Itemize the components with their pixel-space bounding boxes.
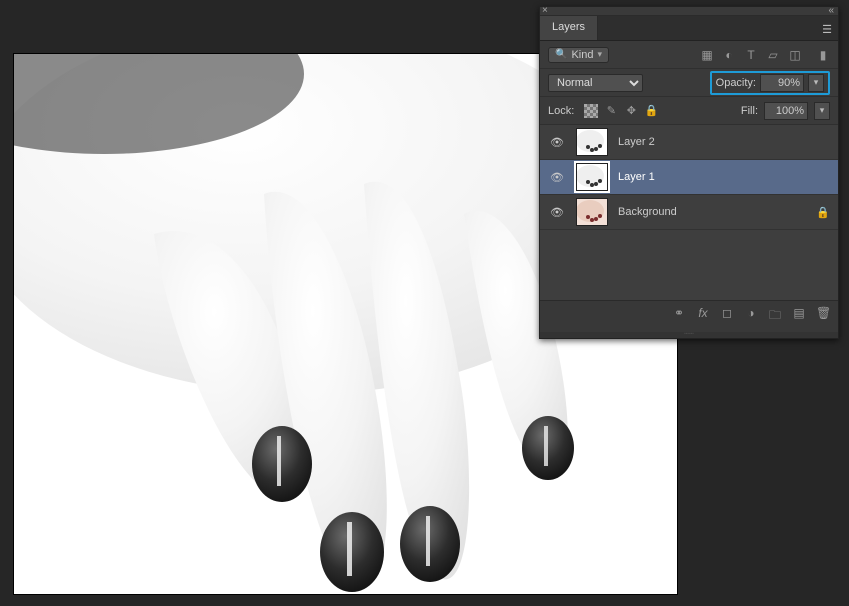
lock-indicator-icon: 🔒: [816, 206, 830, 219]
link-layers-icon[interactable]: ⚭: [672, 306, 686, 327]
blend-mode-select[interactable]: Normal: [548, 74, 643, 92]
delete-layer-icon[interactable]: 🗑: [816, 306, 830, 327]
filter-type-icons: ▦ ◐ T ▱ ◫ ▮: [700, 48, 830, 62]
layers-empty-area[interactable]: [540, 230, 838, 300]
layer-name[interactable]: Layer 2: [618, 136, 655, 148]
layer-name[interactable]: Layer 1: [618, 171, 655, 183]
filter-kind-label: Kind: [571, 49, 593, 61]
layer-thumbnail[interactable]: [576, 128, 608, 156]
filter-adjust-icon[interactable]: ◐: [722, 48, 736, 62]
layer-row[interactable]: 👁 Layer 1: [540, 160, 838, 195]
opacity-label: Opacity:: [716, 77, 756, 89]
new-layer-icon[interactable]: ▤: [792, 306, 806, 327]
fill-label: Fill:: [741, 105, 758, 117]
new-adjustment-icon[interactable]: ◑: [744, 306, 758, 327]
opacity-control[interactable]: Opacity: 90% ▾: [710, 71, 830, 95]
fill-value[interactable]: 100%: [764, 102, 808, 120]
visibility-toggle[interactable]: 👁: [548, 171, 566, 184]
filter-shape-icon[interactable]: ▱: [766, 48, 780, 62]
panel-collapse-icon[interactable]: «: [828, 5, 834, 16]
filter-smart-icon[interactable]: ◫: [788, 48, 802, 62]
opacity-dropdown-icon[interactable]: ▾: [808, 74, 824, 92]
opacity-value[interactable]: 90%: [760, 74, 804, 92]
lock-fill-row: Lock: ✎ ✥ 🔒 Fill: 100% ▾: [540, 97, 838, 125]
lock-icons: ✎ ✥ 🔒: [584, 104, 658, 118]
layers-list: 👁 Layer 2 👁 Layer 1 👁 Background 🔒: [540, 125, 838, 300]
chevron-down-icon: ▾: [597, 49, 602, 60]
lock-transparent-icon[interactable]: [584, 104, 598, 118]
fill-dropdown-icon[interactable]: ▾: [814, 102, 830, 120]
layer-row[interactable]: 👁 Background 🔒: [540, 195, 838, 230]
panel-tabbar: Layers ☰: [540, 16, 838, 41]
visibility-toggle[interactable]: 👁: [548, 136, 566, 149]
layers-panel-footer: ⚭ fx ◻ ◑ 🗀 ▤ 🗑: [540, 300, 838, 332]
add-mask-icon[interactable]: ◻: [720, 306, 734, 327]
tab-layers[interactable]: Layers: [540, 16, 598, 40]
new-group-icon[interactable]: 🗀: [768, 306, 782, 327]
layer-fx-icon[interactable]: fx: [696, 306, 710, 327]
layer-thumbnail[interactable]: [576, 198, 608, 226]
layer-name[interactable]: Background: [618, 206, 677, 218]
lock-position-icon[interactable]: ✥: [624, 104, 638, 118]
lock-pixels-icon[interactable]: ✎: [604, 104, 618, 118]
layer-row[interactable]: 👁 Layer 2: [540, 125, 838, 160]
lock-label: Lock:: [548, 105, 574, 117]
filter-type-icon[interactable]: T: [744, 48, 758, 62]
lock-all-icon[interactable]: 🔒: [644, 104, 658, 118]
visibility-toggle[interactable]: 👁: [548, 206, 566, 219]
panel-close-icon[interactable]: ×: [542, 5, 548, 16]
panel-menu-icon[interactable]: ☰: [822, 23, 832, 36]
panel-resize-grip[interactable]: ┄┄: [540, 332, 838, 338]
blend-opacity-row: Normal Opacity: 90% ▾: [540, 69, 838, 97]
search-icon: 🔍: [555, 49, 567, 60]
layers-panel: × « Layers ☰ 🔍 Kind ▾ ▦ ◐ T ▱ ◫ ▮ Normal…: [539, 6, 839, 339]
filter-kind-dropdown[interactable]: 🔍 Kind ▾: [548, 47, 609, 63]
filter-toggle-icon[interactable]: ▮: [816, 48, 830, 62]
filter-pixel-icon[interactable]: ▦: [700, 48, 714, 62]
panel-topbar: × «: [540, 7, 838, 16]
layer-filter-row: 🔍 Kind ▾ ▦ ◐ T ▱ ◫ ▮: [540, 41, 838, 69]
layer-thumbnail[interactable]: [576, 163, 608, 191]
